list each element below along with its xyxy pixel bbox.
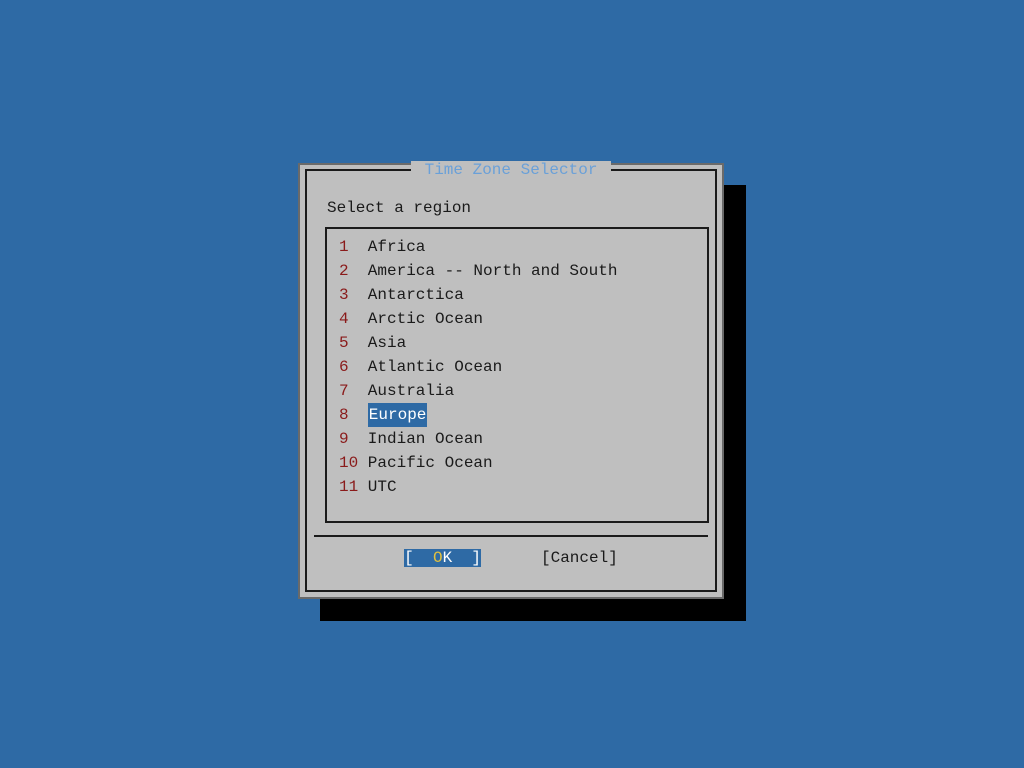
desktop-background: Time Zone Selector Select a region 1 Afr… xyxy=(0,0,1024,768)
list-item[interactable]: 11UTC xyxy=(339,475,695,499)
list-item-label: Antarctica xyxy=(368,283,464,307)
list-item-label: Africa xyxy=(368,235,426,259)
list-item-label: Indian Ocean xyxy=(368,427,483,451)
list-item-label: Arctic Ocean xyxy=(368,307,483,331)
list-item-number: 4 xyxy=(339,307,368,331)
list-item-number: 11 xyxy=(339,475,368,499)
button-row: [ OK ] [Cancel] xyxy=(307,549,715,567)
list-item[interactable]: 10Pacific Ocean xyxy=(339,451,695,475)
list-item-number: 10 xyxy=(339,451,368,475)
list-item-number: 5 xyxy=(339,331,368,355)
timezone-dialog: Time Zone Selector Select a region 1 Afr… xyxy=(298,163,724,599)
list-item[interactable]: 8 Europe xyxy=(339,403,695,427)
list-item-number: 6 xyxy=(339,355,368,379)
list-item-number: 2 xyxy=(339,259,368,283)
list-item[interactable]: 1 Africa xyxy=(339,235,695,259)
list-item-label: Asia xyxy=(368,331,406,355)
dialog-divider xyxy=(314,535,708,537)
dialog-prompt: Select a region xyxy=(327,199,471,217)
region-list[interactable]: 1 Africa2 America -- North and South3 An… xyxy=(325,227,709,523)
list-item-label: Australia xyxy=(368,379,454,403)
list-item[interactable]: 9 Indian Ocean xyxy=(339,427,695,451)
list-item-number: 3 xyxy=(339,283,368,307)
list-item[interactable]: 6 Atlantic Ocean xyxy=(339,355,695,379)
list-item-label: America -- North and South xyxy=(368,259,618,283)
list-item-label: Atlantic Ocean xyxy=(368,355,502,379)
list-item[interactable]: 2 America -- North and South xyxy=(339,259,695,283)
cancel-button[interactable]: [Cancel] xyxy=(541,549,618,567)
dialog-inner-border: Time Zone Selector Select a region 1 Afr… xyxy=(305,169,717,592)
list-item[interactable]: 3 Antarctica xyxy=(339,283,695,307)
list-item[interactable]: 5 Asia xyxy=(339,331,695,355)
title-wrap: Time Zone Selector xyxy=(307,169,715,171)
list-item[interactable]: 4 Arctic Ocean xyxy=(339,307,695,331)
ok-button[interactable]: [ OK ] xyxy=(404,549,481,567)
list-item-number: 8 xyxy=(339,403,368,427)
list-item-label: Pacific Ocean xyxy=(368,451,493,475)
list-item-number: 7 xyxy=(339,379,368,403)
list-item-label: Europe xyxy=(368,403,428,427)
list-item-number: 9 xyxy=(339,427,368,451)
list-item[interactable]: 7 Australia xyxy=(339,379,695,403)
dialog-title: Time Zone Selector xyxy=(411,161,611,179)
list-item-number: 1 xyxy=(339,235,368,259)
list-item-label: UTC xyxy=(368,475,397,499)
